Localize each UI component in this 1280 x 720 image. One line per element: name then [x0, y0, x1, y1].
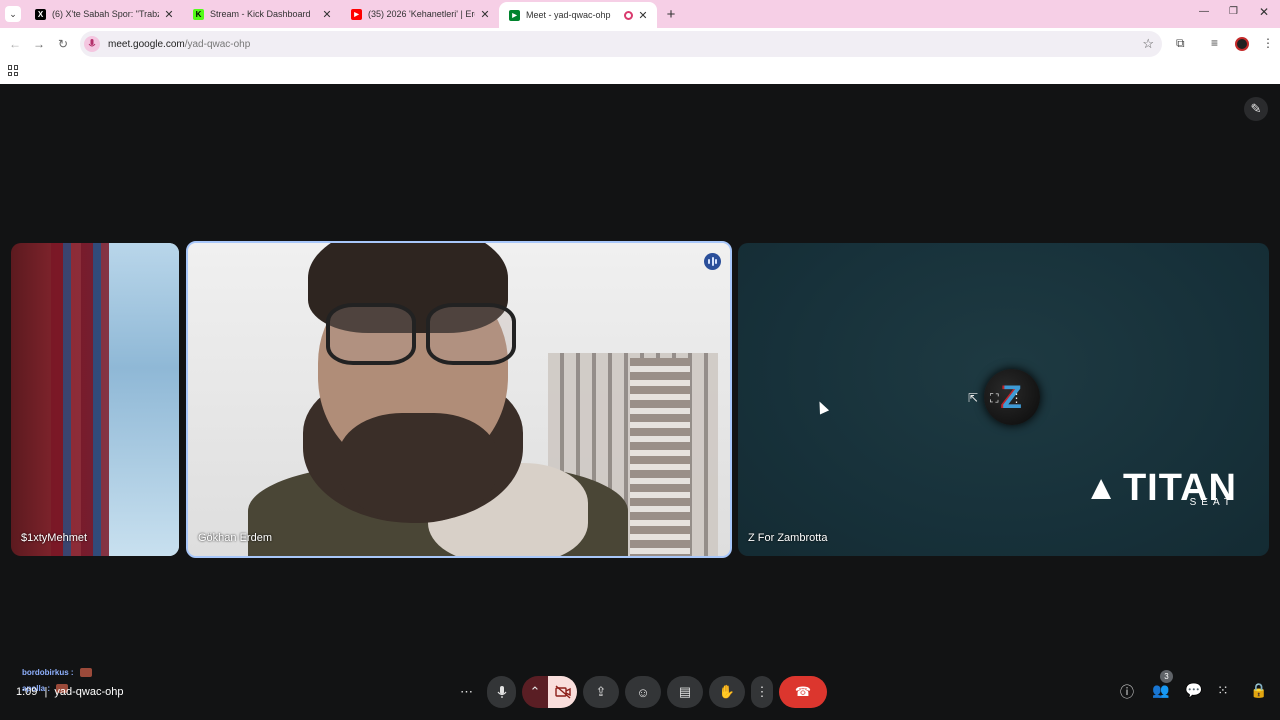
- chevron-up-icon: ⌃: [529, 684, 541, 699]
- participant-tile[interactable]: $1xtyMehmet: [11, 243, 179, 556]
- participant-tile[interactable]: Z ⇱ ⛶ ⋮ ▲ TITAN SEAT Z For Zambrotta: [738, 243, 1269, 556]
- meet-stage: ✎ $1xtyMehmet Gökhan Erdem Z ⇱ ⛶ ⋮ ▲ TIT…: [0, 84, 1280, 720]
- captions-icon: ▤: [678, 684, 692, 699]
- camera-options-button[interactable]: ⌃: [522, 676, 548, 708]
- more-horiz-icon[interactable]: ⋯: [452, 676, 481, 708]
- more-options-button[interactable]: ⋮: [751, 676, 773, 708]
- browser-toolbar: ← → ↻ meet.google.com/yad-qwac-ohp ☆: [0, 28, 1280, 60]
- tab-meet[interactable]: ▶ Meet - yad-qwac-ohp ✕: [499, 2, 657, 28]
- tab-title: Stream - Kick Dashboard: [210, 9, 311, 19]
- tab-title: (35) 2026 'Kehanetleri' | Erdem A: [368, 9, 475, 19]
- raise-hand-button[interactable]: ✋: [709, 676, 745, 708]
- participant-video: [248, 243, 628, 556]
- mic-permission-icon[interactable]: [84, 36, 100, 52]
- video-feed: [51, 243, 111, 556]
- call-controls: ⋯ ⌃ ⇪ ☺ ▤ ✋ ⋮ ☎: [452, 676, 827, 708]
- reload-icon[interactable]: ↻: [51, 37, 75, 51]
- more-vert-icon[interactable]: ⋮: [1262, 36, 1274, 50]
- camera-off-button[interactable]: [548, 676, 577, 708]
- minimize-icon[interactable]: —: [1199, 6, 1209, 17]
- present-icon: ⇪: [595, 684, 607, 699]
- more-vert-icon[interactable]: ⋮: [1010, 391, 1022, 406]
- emote-icon: [79, 668, 92, 677]
- close-icon[interactable]: ✕: [479, 8, 491, 21]
- meet-icon: ▶: [509, 9, 520, 21]
- reactions-button[interactable]: ☺: [625, 676, 661, 708]
- close-icon[interactable]: ✕: [163, 8, 175, 21]
- tab-x[interactable]: X (6) X'te Sabah Spor: "Trabzonsp ✕: [25, 0, 183, 28]
- audio-level-icon: [704, 253, 721, 270]
- tab-title: (6) X'te Sabah Spor: "Trabzonsp: [52, 9, 159, 19]
- meeting-code: yad-qwac-ohp: [54, 686, 124, 698]
- microphone-button[interactable]: [487, 676, 516, 708]
- apps-grid-icon[interactable]: [8, 65, 19, 76]
- chat-icon[interactable]: 💬: [1185, 682, 1202, 699]
- info-icon[interactable]: ⓘ: [1120, 682, 1134, 702]
- meeting-info: 1:09 | yad-qwac-ohp: [16, 686, 124, 698]
- x-icon: X: [35, 8, 46, 20]
- activities-icon[interactable]: ⁙: [1217, 682, 1229, 699]
- profile-avatar[interactable]: [1235, 37, 1249, 51]
- media-control-icon[interactable]: ≡: [1211, 36, 1218, 50]
- chevron-down-icon: ⌄: [9, 8, 17, 19]
- bookmark-star-icon[interactable]: ☆: [1142, 36, 1154, 52]
- people-icon[interactable]: 👥: [1152, 682, 1169, 699]
- fullscreen-icon[interactable]: ⛶: [990, 391, 998, 406]
- brand-logo: ▲ TITAN SEAT: [1084, 467, 1237, 509]
- video-feed: [109, 243, 179, 556]
- pin-icon[interactable]: ⇱: [968, 391, 978, 406]
- tab-kick[interactable]: K Stream - Kick Dashboard ✕: [183, 0, 341, 28]
- forward-icon[interactable]: →: [27, 37, 51, 51]
- tab-search-button[interactable]: ⌄: [5, 6, 21, 22]
- pen-icon[interactable]: ✎: [1244, 97, 1268, 121]
- restore-icon[interactable]: ❐: [1229, 6, 1238, 17]
- bookmarks-bar: [0, 60, 1280, 84]
- recording-icon: [624, 10, 633, 20]
- chat-overlay: bordobirkus :: [22, 668, 92, 677]
- host-controls-icon[interactable]: 🔒: [1250, 682, 1267, 699]
- extensions-icon[interactable]: ⧉: [1176, 36, 1185, 51]
- call-end-icon: ☎: [794, 684, 812, 699]
- emoji-icon: ☺: [636, 684, 650, 700]
- more-vert-icon: ⋮: [755, 684, 769, 699]
- captions-button[interactable]: ▤: [667, 676, 703, 708]
- close-icon[interactable]: ✕: [637, 9, 649, 22]
- clock-text: 1:09: [16, 686, 38, 698]
- triangle-logo-icon: ▲: [1084, 469, 1119, 507]
- tab-strip: ⌄ X (6) X'te Sabah Spor: "Trabzonsp ✕ K …: [0, 0, 1280, 28]
- participant-name: Gökhan Erdem: [198, 532, 272, 544]
- present-screen-button[interactable]: ⇪: [583, 676, 619, 708]
- kick-icon: K: [193, 8, 204, 20]
- new-tab-button[interactable]: +: [661, 6, 681, 23]
- youtube-icon: ▶: [351, 8, 362, 20]
- close-icon[interactable]: ✕: [321, 8, 333, 21]
- video-feed: [630, 358, 690, 556]
- tab-youtube[interactable]: ▶ (35) 2026 'Kehanetleri' | Erdem A ✕: [341, 0, 499, 28]
- address-bar[interactable]: meet.google.com/yad-qwac-ohp ☆: [80, 31, 1162, 57]
- tab-title: Meet - yad-qwac-ohp: [526, 10, 611, 20]
- participant-name: Z For Zambrotta: [748, 532, 828, 544]
- leave-call-button[interactable]: ☎: [779, 676, 827, 708]
- tile-hover-actions: ⇱ ⛶ ⋮: [968, 391, 1022, 406]
- url-text: meet.google.com/yad-qwac-ohp: [108, 38, 251, 50]
- participant-tile-speaking[interactable]: Gökhan Erdem: [186, 241, 732, 558]
- close-window-icon[interactable]: ✕: [1259, 5, 1269, 19]
- hand-icon: ✋: [718, 684, 736, 699]
- back-icon[interactable]: ←: [3, 37, 27, 51]
- participant-name: $1xtyMehmet: [21, 532, 88, 544]
- chat-username: bordobirkus :: [22, 668, 74, 677]
- people-count-badge: 3: [1160, 670, 1173, 683]
